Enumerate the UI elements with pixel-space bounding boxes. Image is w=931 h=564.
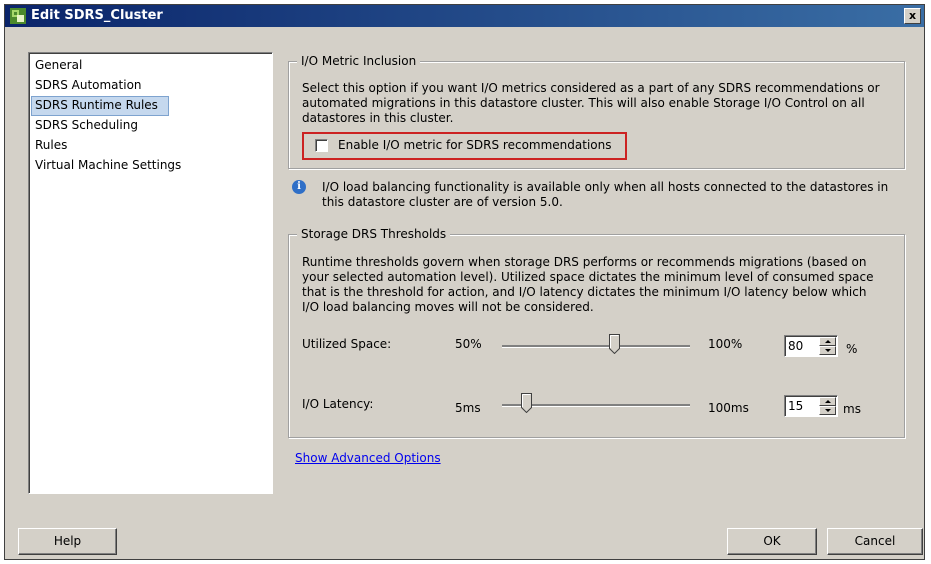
- close-button[interactable]: x: [904, 8, 921, 24]
- vsphere-app-icon: [10, 8, 26, 24]
- utilized-space-spinner[interactable]: [784, 335, 838, 357]
- window-title: Edit SDRS_Cluster: [31, 8, 163, 23]
- nav-item-sdrs-runtime-rules[interactable]: SDRS Runtime Rules: [31, 96, 169, 116]
- utilized-space-slider-thumb[interactable]: [609, 334, 620, 354]
- show-advanced-options-link[interactable]: Show Advanced Options: [295, 451, 441, 466]
- enable-io-metric-checkbox[interactable]: [315, 139, 328, 152]
- nav-item-sdrs-automation[interactable]: SDRS Automation: [31, 76, 270, 96]
- cancel-button[interactable]: Cancel: [827, 528, 923, 555]
- io-latency-spin-buttons[interactable]: [819, 397, 836, 415]
- io-latency-max: 100ms: [708, 401, 749, 415]
- nav-item-virtual-machine-settings[interactable]: Virtual Machine Settings: [31, 156, 270, 176]
- utilized-space-unit: %: [846, 342, 858, 356]
- utilized-space-input[interactable]: [788, 338, 818, 354]
- io-metric-description: Select this option if you want I/O metri…: [302, 81, 880, 125]
- io-latency-label: I/O Latency:: [302, 397, 374, 411]
- io-latency-min: 5ms: [455, 401, 481, 415]
- utilized-space-max: 100%: [708, 337, 743, 351]
- enable-io-metric-label[interactable]: Enable I/O metric for SDRS recommendatio…: [338, 138, 612, 153]
- close-icon: x: [908, 9, 917, 22]
- nav-item-rules[interactable]: Rules: [31, 136, 270, 156]
- thresholds-legend: Storage DRS Thresholds: [297, 227, 451, 241]
- nav-item-general[interactable]: General: [31, 56, 270, 76]
- spin-down-icon[interactable]: [819, 406, 836, 415]
- spin-down-icon[interactable]: [819, 346, 836, 355]
- nav-item-sdrs-scheduling[interactable]: SDRS Scheduling: [31, 116, 270, 136]
- utilized-space-label: Utilized Space:: [302, 337, 392, 351]
- io-latency-slider-thumb[interactable]: [521, 393, 532, 413]
- utilized-space-spin-buttons[interactable]: [819, 337, 836, 355]
- utilized-space-track[interactable]: [502, 345, 690, 348]
- settings-nav-list[interactable]: General SDRS Automation SDRS Runtime Rul…: [28, 52, 273, 494]
- ok-button[interactable]: OK: [727, 528, 817, 555]
- io-metric-legend: I/O Metric Inclusion: [297, 54, 421, 68]
- utilized-space-min: 50%: [455, 337, 482, 351]
- info-message: I/O load balancing functionality is avai…: [322, 180, 889, 209]
- help-button[interactable]: Help: [18, 528, 117, 555]
- io-latency-spinner[interactable]: [784, 395, 838, 417]
- thresholds-description: Runtime thresholds govern when storage D…: [302, 255, 874, 314]
- title-bar[interactable]: Edit SDRS_Cluster x: [5, 5, 924, 27]
- io-latency-input[interactable]: [788, 398, 818, 414]
- spin-up-icon[interactable]: [819, 337, 836, 346]
- io-latency-unit: ms: [843, 402, 861, 416]
- spin-up-icon[interactable]: [819, 397, 836, 406]
- info-icon: i: [292, 180, 306, 194]
